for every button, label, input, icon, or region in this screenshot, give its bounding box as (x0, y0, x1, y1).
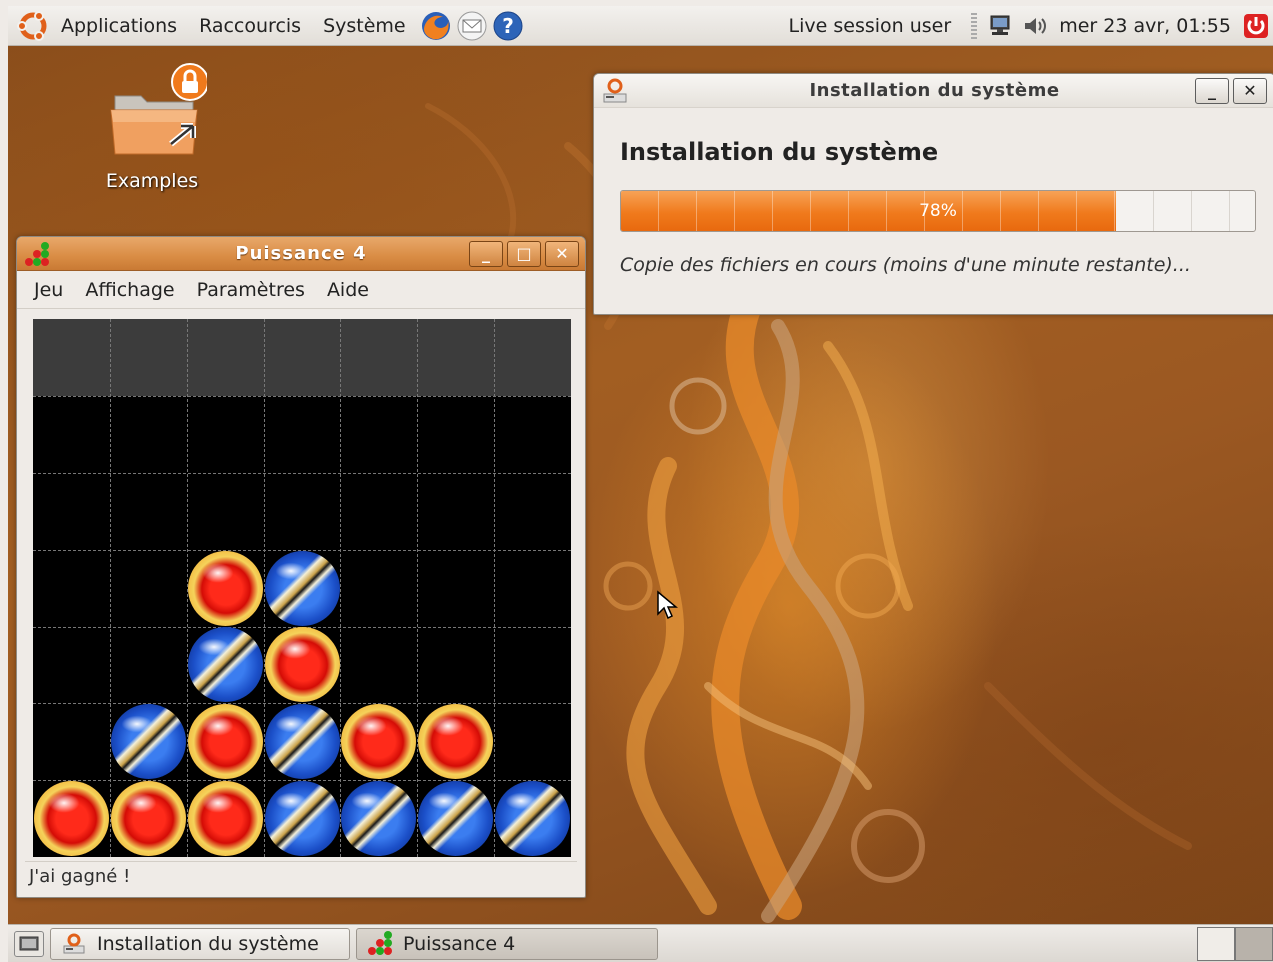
close-icon: ✕ (1243, 81, 1257, 100)
status-text: J'ai gagné ! (29, 866, 131, 887)
installer-titlebar[interactable]: Installation du système _ ✕ (594, 74, 1273, 108)
game-menubar: Jeu Affichage Paramètres Aide (17, 271, 585, 309)
taskbar-item-label: Installation du système (97, 932, 319, 955)
close-button[interactable]: ✕ (1233, 77, 1267, 104)
game-statusbar: J'ai gagné ! (25, 861, 577, 891)
grid-line (109, 319, 111, 857)
red-disc (187, 550, 263, 626)
install-progress-bar: 78% (620, 190, 1256, 232)
puissance4-app-icon (368, 930, 392, 955)
folder-icon (110, 63, 209, 155)
blue-disc (418, 781, 494, 857)
desktop-icon-examples[interactable]: Examples (92, 62, 212, 192)
installer-heading: Installation du système (620, 138, 939, 166)
progress-text: 78% (919, 201, 957, 221)
grid-line (33, 396, 571, 397)
grid-line (340, 319, 342, 857)
game-window: Puissance 4 _ □ ✕ Jeu Affichage Paramètr… (16, 236, 586, 898)
red-disc (264, 627, 340, 703)
help-icon[interactable]: ? (491, 9, 525, 43)
minimize-button[interactable]: _ (469, 240, 503, 267)
drop-row[interactable] (33, 319, 571, 396)
blue-disc (341, 781, 417, 857)
menu-applications[interactable]: Applications (50, 15, 188, 37)
power-icon[interactable] (1242, 12, 1270, 40)
workspace-2[interactable] (1235, 926, 1273, 961)
red-disc (110, 781, 186, 857)
blue-disc (264, 704, 340, 780)
taskbar-item-label: Puissance 4 (403, 932, 516, 955)
minimize-icon: _ (482, 244, 490, 263)
maximize-icon: □ (516, 244, 532, 263)
maximize-button[interactable]: □ (507, 240, 541, 267)
menu-parametres[interactable]: Paramètres (186, 279, 316, 301)
show-desktop-button[interactable] (14, 930, 44, 957)
red-disc (418, 704, 494, 780)
panel-menu: Applications Raccourcis Système (50, 6, 417, 45)
blue-disc (264, 550, 340, 626)
workspace-1[interactable] (1197, 926, 1235, 961)
close-button[interactable]: ✕ (545, 240, 579, 267)
grid-line (417, 319, 419, 857)
panel-right: Live session user mer 23 avr, 01:55 (775, 6, 1273, 45)
red-disc (187, 704, 263, 780)
blue-disc (495, 781, 571, 857)
grid-line (494, 319, 496, 857)
blue-disc (187, 627, 263, 703)
session-user[interactable]: Live session user (775, 15, 966, 37)
red-disc (187, 781, 263, 857)
show-desktop-icon (19, 936, 39, 950)
installer-title: Installation du système (809, 80, 1060, 101)
red-disc (341, 704, 417, 780)
installer-window: Installation du système _ ✕ Installation… (593, 73, 1273, 315)
panel-separator (971, 12, 978, 39)
clock[interactable]: mer 23 avr, 01:55 (1051, 15, 1239, 37)
svg-text:?: ? (502, 14, 514, 38)
menu-systeme[interactable]: Système (312, 15, 417, 37)
menu-affichage[interactable]: Affichage (74, 279, 185, 301)
volume-icon[interactable] (1020, 12, 1048, 40)
blue-disc (264, 781, 340, 857)
ubuntu-logo-icon[interactable] (16, 9, 50, 43)
menu-raccourcis[interactable]: Raccourcis (188, 15, 312, 37)
blue-disc (110, 704, 186, 780)
menu-aide[interactable]: Aide (316, 279, 380, 301)
taskbar-item-installer[interactable]: Installation du système (50, 927, 350, 960)
installer-status: Copie des fichiers en cours (moins d'une… (620, 254, 1191, 276)
game-window-controls: _ □ ✕ (469, 240, 583, 267)
grid-line (33, 472, 571, 474)
game-titlebar[interactable]: Puissance 4 _ □ ✕ (17, 237, 585, 271)
bottom-panel: Installation du système Puissance 4 (8, 924, 1273, 962)
installer-window-controls: _ ✕ (1195, 77, 1271, 104)
firefox-icon[interactable] (419, 9, 453, 43)
minimize-button[interactable]: _ (1195, 77, 1229, 104)
minimize-icon: _ (1208, 81, 1216, 100)
puissance4-app-icon (25, 241, 49, 266)
desktop-icon-label: Examples (105, 170, 199, 192)
installer-icon (63, 933, 85, 953)
installer-icon (603, 78, 627, 102)
mail-icon[interactable] (455, 9, 489, 43)
menu-jeu[interactable]: Jeu (23, 279, 74, 301)
mouse-pointer-icon (657, 590, 678, 620)
game-board[interactable] (33, 319, 571, 857)
taskbar-item-puissance4[interactable]: Puissance 4 (356, 927, 658, 960)
top-panel: Applications Raccourcis Système ? Live s… (8, 6, 1273, 46)
network-icon[interactable] (986, 12, 1014, 40)
workspace-switcher[interactable] (1197, 926, 1273, 961)
red-disc (33, 781, 109, 857)
close-icon: ✕ (555, 244, 569, 263)
